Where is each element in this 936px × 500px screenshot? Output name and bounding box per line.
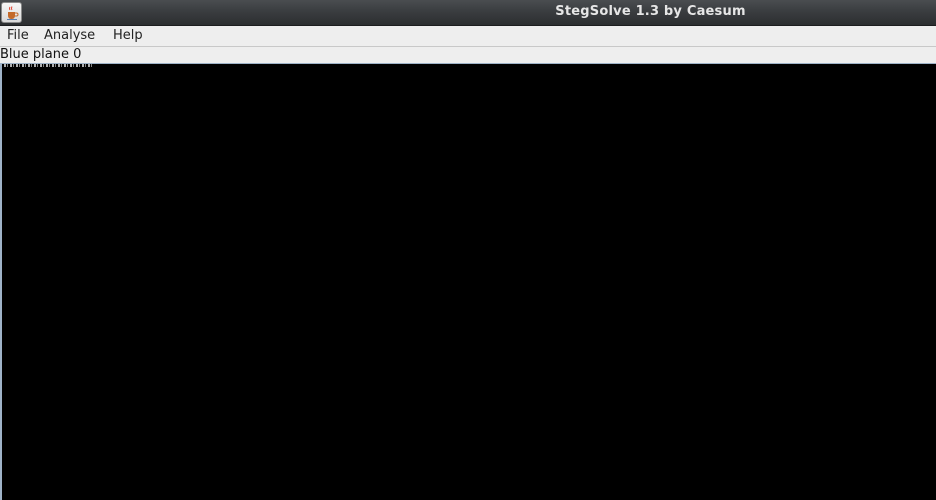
image-canvas[interactable] [0,64,936,500]
bit-plane-pixels [4,64,94,67]
window-title: StegSolve 1.3 by Caesum [555,4,746,19]
plane-label-bar: Blue plane 0 [0,47,936,64]
menu-analyse[interactable]: Analyse [43,28,96,43]
menu-help[interactable]: Help [112,28,144,43]
menu-file[interactable]: File [6,28,30,43]
title-bar[interactable]: StegSolve 1.3 by Caesum [0,0,936,26]
plane-label: Blue plane 0 [0,47,82,62]
menu-bar: File Analyse Help [0,26,936,47]
